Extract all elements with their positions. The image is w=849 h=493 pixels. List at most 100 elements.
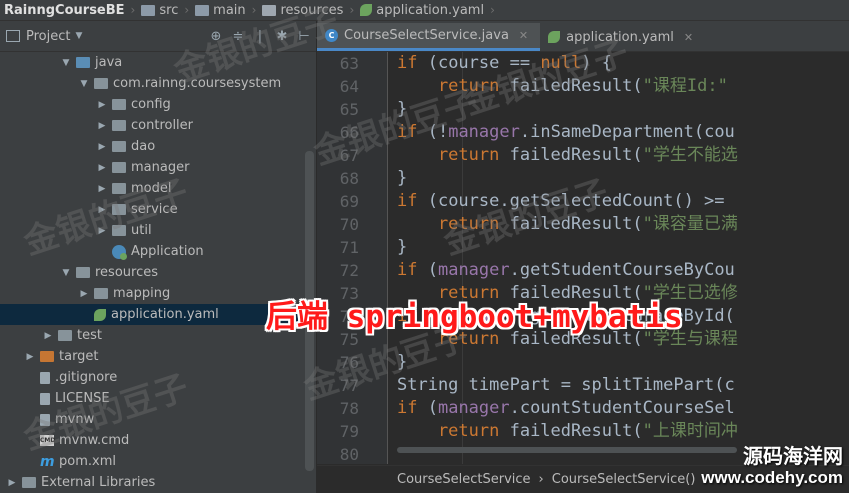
breadcrumb-main[interactable]: main xyxy=(191,3,249,18)
tree-item[interactable]: .gitignore xyxy=(0,367,317,388)
code-line[interactable]: return failedResult("课容量已满 xyxy=(397,213,849,236)
code-line[interactable]: } xyxy=(397,351,849,374)
line-number: 71 xyxy=(339,238,359,257)
collapsed-arrow-icon[interactable]: ▶ xyxy=(96,205,108,215)
breadcrumb-project[interactable]: RainngCourseBE xyxy=(0,3,129,18)
code-line[interactable]: if (manager.getStudentCourseByCou xyxy=(397,259,849,282)
code-line[interactable]: return failedResult("课程Id:" xyxy=(397,75,849,98)
tree-item[interactable]: ▶ config xyxy=(0,94,317,115)
tree-item[interactable]: ▶ dao xyxy=(0,136,317,157)
code-line[interactable]: if (!manager.inSameDepartment(cou xyxy=(397,121,849,144)
breadcrumb-src[interactable]: src xyxy=(137,3,182,18)
tree-item[interactable]: ▼ com.rainng.coursesystem xyxy=(0,73,317,94)
package-icon xyxy=(112,141,126,152)
tree-item[interactable]: ▶ External Libraries xyxy=(0,472,317,493)
collapse-all-icon[interactable]: ≑ xyxy=(231,29,245,44)
collapsed-arrow-icon[interactable]: ▶ xyxy=(96,184,108,194)
code-line[interactable]: if (course.getSelectedCount() >= xyxy=(397,190,849,213)
collapsed-arrow-icon[interactable]: ▶ xyxy=(6,478,18,488)
spring-leaf-icon xyxy=(94,308,106,321)
tree-item[interactable]: ▶ service xyxy=(0,199,317,220)
code-token: } xyxy=(397,237,408,257)
expanded-arrow-icon[interactable]: ▼ xyxy=(60,58,72,68)
collapsed-arrow-icon[interactable]: ▶ xyxy=(96,163,108,173)
folder-icon xyxy=(195,4,210,16)
tree-item[interactable]: Application xyxy=(0,241,317,262)
tab-course-select-service[interactable]: C CourseSelectService.java ✕ xyxy=(317,23,541,51)
code-line[interactable]: } xyxy=(397,167,849,190)
gear-icon[interactable]: ✱ xyxy=(275,29,289,44)
tab-application-yaml[interactable]: application.yaml ✕ xyxy=(540,23,705,51)
code-text[interactable]: if (course == null) { return failedResul… xyxy=(397,52,849,443)
breadcrumb-resources[interactable]: resources xyxy=(258,3,347,18)
tree-item-label: LICENSE xyxy=(55,391,110,406)
code-line[interactable]: } xyxy=(397,98,849,121)
folder-icon xyxy=(58,330,72,341)
file-icon xyxy=(40,371,50,384)
breadcrumb-file[interactable]: application.yaml xyxy=(356,3,488,18)
tree-item-label: pom.xml xyxy=(59,454,116,469)
code-breadcrumb-method[interactable]: CourseSelectService() xyxy=(552,472,696,487)
editor: C CourseSelectService.java ✕ application… xyxy=(317,21,849,493)
hide-panel-icon[interactable]: ⊢ xyxy=(297,29,311,44)
code-line[interactable]: if (course == null) { xyxy=(397,52,849,75)
code-token: if xyxy=(397,191,418,211)
code-token: "课程Id:" xyxy=(642,76,739,96)
code-breadcrumb-class[interactable]: CourseSelectService xyxy=(397,472,531,487)
tree-item[interactable]: ▶ target xyxy=(0,346,317,367)
package-icon xyxy=(112,162,126,173)
source-folder-icon xyxy=(76,57,90,68)
tree-item[interactable]: ▶ controller xyxy=(0,115,317,136)
code-line[interactable]: if (manager.countStudentCourseSel xyxy=(397,397,849,420)
collapsed-arrow-icon[interactable]: ▶ xyxy=(96,100,108,110)
tree-item-label: test xyxy=(77,328,102,343)
horizontal-scrollbar[interactable] xyxy=(397,447,737,453)
code-token: } xyxy=(397,168,408,188)
tree-item[interactable]: ▶ model xyxy=(0,178,317,199)
code-area[interactable]: 63 64 65 66 67 68 69 70 71 72 73 74 75 76 77 78 79 80 if … xyxy=(317,52,849,464)
tree-item[interactable]: ▶ manager xyxy=(0,157,317,178)
expanded-arrow-icon[interactable]: ▼ xyxy=(60,268,72,278)
tree-item-label: manager xyxy=(131,160,190,175)
tree-item-label: application.yaml xyxy=(111,307,219,322)
code-line[interactable]: return failedResult("学生不能选 xyxy=(397,144,849,167)
tree-item[interactable]: LICENSE xyxy=(0,388,317,409)
expanded-arrow-icon[interactable]: ▼ xyxy=(78,79,90,89)
tree-item[interactable]: ▼ java xyxy=(0,52,317,73)
tree-item[interactable]: mvnw xyxy=(0,409,317,430)
tree-item[interactable]: ▶ util xyxy=(0,220,317,241)
code-token: null xyxy=(540,53,582,73)
code-token: if xyxy=(397,260,418,280)
collapsed-arrow-icon[interactable]: ▶ xyxy=(78,289,90,299)
locate-icon[interactable]: ⊕ xyxy=(209,29,223,44)
project-panel-title[interactable]: Project xyxy=(26,29,70,44)
collapsed-arrow-icon[interactable]: ▶ xyxy=(96,121,108,131)
collapsed-arrow-icon[interactable]: ▶ xyxy=(42,331,54,341)
chevron-down-icon[interactable]: ▼ xyxy=(75,31,82,41)
code-token: failedResult( xyxy=(499,421,643,441)
collapsed-arrow-icon[interactable]: ▶ xyxy=(24,352,36,362)
tree-item-label: service xyxy=(131,202,178,217)
line-number-gutter: 63 64 65 66 67 68 69 70 71 72 73 74 75 76 77 78 79 80 xyxy=(317,52,388,464)
tree-item-label: util xyxy=(131,223,152,238)
tree-item[interactable]: m pom.xml xyxy=(0,451,317,472)
collapsed-arrow-icon[interactable]: ▶ xyxy=(96,142,108,152)
code-line[interactable]: return failedResult("上课时间冲 xyxy=(397,420,849,443)
corner-watermark: 源码海洋网 www.codehy.com xyxy=(701,445,843,489)
tree-item-label: target xyxy=(59,349,99,364)
code-line[interactable]: } xyxy=(397,236,849,259)
code-line[interactable]: String timePart = splitTimePart(c xyxy=(397,374,849,397)
collapsed-arrow-icon[interactable]: ▶ xyxy=(96,226,108,236)
code-token: failedResult( xyxy=(499,76,643,96)
close-icon[interactable]: ✕ xyxy=(519,29,528,42)
code-token: "上课时间冲 xyxy=(642,421,738,441)
chevron-right-icon: › xyxy=(490,3,495,17)
code-token: .getStudentCourseByCou xyxy=(509,260,735,280)
line-number: 72 xyxy=(339,261,359,280)
close-icon[interactable]: ✕ xyxy=(684,31,693,44)
tree-item[interactable]: ▼ resources xyxy=(0,262,317,283)
project-panel: Project ▼ ⊕ ≑ | ✱ ⊢ ▼ java ▼ com.rainng.cou… xyxy=(0,21,317,493)
line-number: 65 xyxy=(339,100,359,119)
tree-item[interactable]: CMD mvnw.cmd xyxy=(0,430,317,451)
tree-item-label: Application xyxy=(131,244,204,259)
